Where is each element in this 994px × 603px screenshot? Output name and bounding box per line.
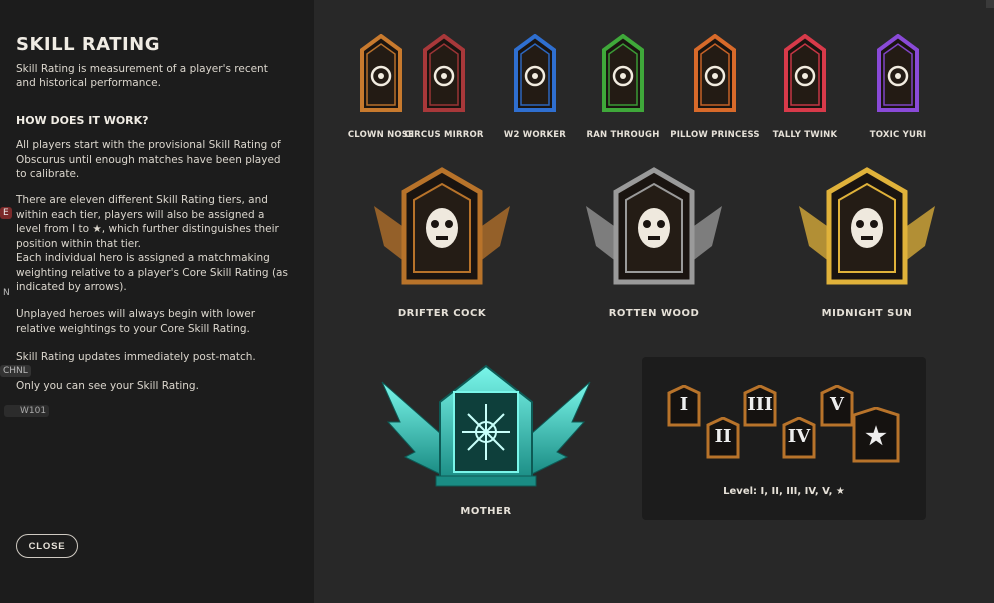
tier-badge-large: MIDNIGHT SUN (787, 166, 947, 326)
edge-fragment: W101 (4, 405, 50, 417)
tier-badge-small: CIRCUS MIRROR (404, 33, 483, 146)
tier-name: TOXIC YURI (869, 130, 927, 140)
tier-badge-small: PILLOW PRINCESS (670, 33, 760, 146)
tiers-panel: CLOWN NOSE CIRCUS MIRROR W2 WORKER RAN THRO… (314, 0, 994, 603)
level-badge: III (743, 385, 777, 427)
tier-name: MIDNIGHT SUN (821, 308, 913, 319)
tier-badge-large: ROTTEN WOOD (574, 166, 734, 326)
info-paragraph: Only you can see your Skill Rating. (16, 380, 199, 392)
info-panel: SKILL RATING Skill Rating is measurement… (0, 0, 314, 603)
level-badge: V (820, 385, 854, 427)
level-caption: Level: I, II, III, IV, V, ★ (723, 486, 845, 497)
winged-eye-icon (784, 33, 826, 112)
tier-name: ROTTEN WOOD (608, 308, 700, 319)
info-paragraph: Unplayed heroes will always begin with l… (16, 308, 256, 335)
tier-badge-large: DRIFTER COCK (362, 166, 522, 326)
edge-fragment: N (3, 288, 10, 298)
tier-name: DRIFTER COCK (397, 308, 487, 319)
level-badge: I (667, 385, 701, 427)
tier-name: MOTHER (460, 506, 512, 517)
level-label: III (747, 394, 773, 415)
level-badge: IV (782, 417, 816, 459)
level-badge: II (706, 417, 740, 459)
level-label: I (679, 394, 689, 415)
section-heading: HOW DOES IT WORK? (16, 114, 149, 127)
intro-text: Skill Rating is measurement of a player'… (16, 63, 268, 89)
corner-decoration (986, 0, 994, 8)
panel-title: SKILL RATING (16, 34, 161, 55)
info-paragraph: All players start with the provisional S… (16, 139, 281, 180)
dagger-icon (694, 33, 736, 112)
level-label: V (830, 394, 844, 415)
hand-icon (360, 33, 402, 112)
book-eye-icon (423, 33, 465, 112)
snowflake-icon (381, 364, 591, 487)
info-paragraph: Each individual hero is assigned a match… (16, 252, 288, 293)
tier-badge-mother: MOTHER (380, 362, 592, 522)
edge-fragment: E (0, 207, 12, 219)
close-button[interactable]: CLOSE (16, 534, 78, 558)
skull-icon (586, 167, 722, 285)
tier-badge-small: RAN THROUGH (586, 33, 659, 146)
eye-hand-icon (602, 33, 644, 112)
edge-fragment: CHNL (0, 365, 31, 377)
level-badge: ★ (852, 407, 900, 463)
sun-face-icon (799, 167, 935, 285)
level-label: ★ (865, 421, 887, 450)
tier-badge-small: TOXIC YURI (870, 33, 926, 146)
level-label: IV (787, 426, 811, 447)
info-paragraph: Skill Rating updates immediately post-ma… (16, 351, 256, 363)
potion-icon (514, 33, 556, 112)
level-legend: I II III IV V ★ Level: I, II, III, IV, V, ★ (642, 357, 926, 520)
goat-skull-icon (374, 167, 510, 285)
level-label: II (714, 426, 732, 447)
tier-badge-small: W2 WORKER (504, 33, 566, 146)
info-paragraph: There are eleven different Skill Rating … (16, 194, 279, 250)
tier-badge-small: TALLY TWINK (773, 33, 837, 146)
crown-icon (877, 33, 919, 112)
